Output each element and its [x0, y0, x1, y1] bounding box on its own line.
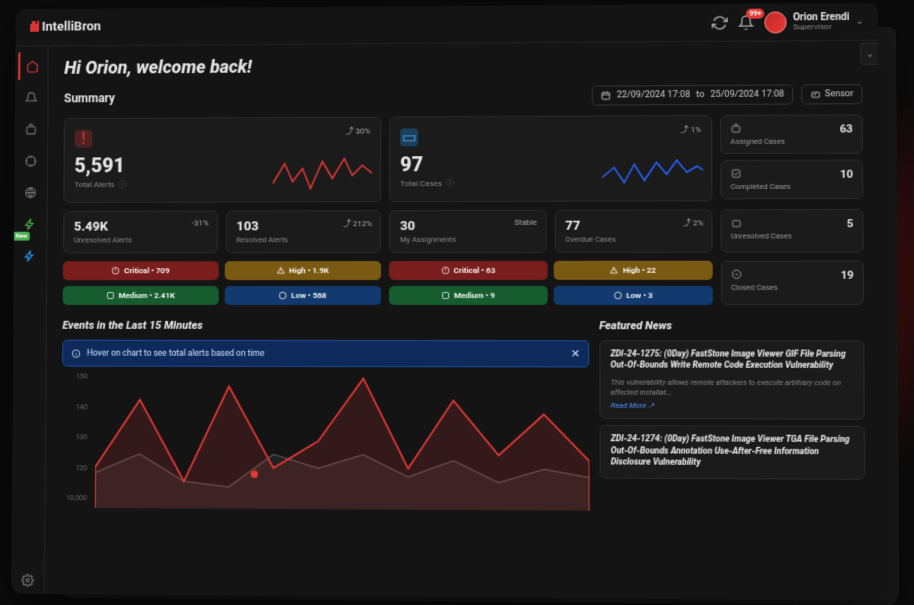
low-icon [613, 291, 622, 300]
high-icon [610, 266, 619, 275]
page-title: Hi Orion, welcome back! [64, 53, 862, 79]
assigned-icon [730, 123, 741, 134]
resolved-alerts-card: 212% 103 Resolved Alerts [225, 210, 381, 253]
alerts-label: Total Alerts [74, 180, 114, 189]
brand-text: IntelliBron [42, 19, 101, 34]
date-to-label: to [696, 90, 704, 100]
sidebar-item-home[interactable] [18, 52, 46, 80]
sensor-button[interactable]: Sensor [801, 84, 862, 104]
medium-icon [441, 291, 450, 300]
unresolved-alerts-card: -31% 5.49K Unresolved Alerts [63, 211, 218, 254]
pill-alerts-low[interactable]: Low • 568 [224, 286, 381, 305]
date-to: 25/09/2024 17:08 [710, 90, 784, 100]
info-icon[interactable]: ⓘ [116, 180, 126, 189]
sidebar-item-new[interactable]: New [17, 210, 45, 238]
critical-icon [111, 266, 120, 275]
unresolved-icon [731, 217, 742, 228]
sidebar-item-cases[interactable] [17, 115, 45, 143]
pill-cases-low[interactable]: Low • 3 [553, 286, 713, 305]
pill-cases-critical[interactable]: Critical • 63 [389, 261, 547, 280]
logo-icon: ıllıl [29, 19, 38, 35]
pill-cases-medium[interactable]: Medium • 9 [389, 286, 547, 305]
sidebar-item-network[interactable] [17, 178, 45, 206]
sensor-icon [811, 89, 821, 99]
completed-icon [731, 168, 742, 179]
alerts-sparkline [273, 153, 373, 193]
user-menu[interactable]: Orion Erendi Supervisor ⌄ [764, 10, 864, 33]
total-alerts-card: ! 30% 5,591 Total Alerts ⓘ [63, 117, 381, 203]
events-chart[interactable]: 150 140 130 120 10,000 [61, 372, 589, 504]
closed-icon [731, 269, 742, 280]
bell-icon[interactable]: 99+ [738, 14, 754, 30]
alert-icon: ! [75, 129, 93, 147]
total-cases-card: ▭ 1% 97 Total Cases ⓘ [389, 115, 712, 202]
pill-cases-high[interactable]: High • 22 [553, 261, 713, 280]
sidebar-item-target[interactable] [17, 147, 45, 175]
cases-label: Total Cases [400, 179, 442, 188]
notif-badge: 99+ [746, 8, 764, 18]
brand-logo: ıllıl IntelliBron [29, 19, 101, 35]
chart-hint: Hover on chart to see total alerts based… [62, 340, 589, 368]
sidebar: New [11, 46, 48, 594]
chevron-down-icon: ⌄ [855, 16, 864, 27]
medium-icon [106, 291, 115, 300]
sidebar-item-alerts[interactable] [17, 84, 45, 112]
avatar [764, 11, 786, 33]
completed-cases-card[interactable]: 10 Completed Cases [720, 160, 863, 200]
events-heading: Events in the Last 15 Minutes [62, 319, 589, 332]
sidebar-item-insight[interactable] [16, 242, 44, 270]
calendar-icon [601, 90, 611, 100]
pill-alerts-medium[interactable]: Medium • 2.41K [63, 286, 219, 305]
top-bar: ıllıl IntelliBron 99+ Orion Erendi Super… [16, 3, 879, 47]
alerts-trend: 30% [346, 126, 371, 137]
expand-panel-button[interactable]: ⌄ [860, 43, 879, 65]
user-role: Supervisor [793, 22, 849, 30]
case-icon: ▭ [400, 128, 418, 146]
pill-alerts-high[interactable]: High • 1.9K [224, 261, 381, 280]
info-icon[interactable]: ⓘ [444, 179, 454, 188]
cases-trend: 1% [680, 124, 701, 135]
overdue-cases-card: 2% 77 Overdue Cases [554, 209, 713, 252]
assigned-cases-card[interactable]: 63 Assigned Cases [720, 114, 863, 154]
critical-icon [441, 266, 450, 275]
pill-alerts-critical[interactable]: Critical • 709 [63, 261, 219, 280]
date-from: 22/09/2024 17:08 [617, 90, 690, 100]
summary-heading: Summary [64, 91, 115, 105]
close-icon[interactable]: ✕ [571, 347, 580, 360]
news-item[interactable]: ZDI-24-1274: (0Day) FastStone Image View… [600, 425, 866, 479]
refresh-icon[interactable] [712, 14, 728, 30]
date-range-picker[interactable]: 22/09/2024 17:08 to 25/09/2024 17:08 [592, 84, 794, 105]
news-item[interactable]: ZDI-24-1275: (0Day) FastStone Image View… [599, 340, 865, 420]
high-icon [276, 266, 285, 275]
news-heading: Featured News [599, 319, 864, 332]
closed-cases-card[interactable]: 19 Closed Cases [721, 261, 864, 306]
my-assignments-card: Stable 30 My Assignments [389, 210, 546, 253]
info-icon [71, 348, 81, 358]
low-icon [278, 291, 287, 300]
sidebar-item-settings[interactable] [14, 566, 42, 594]
read-more-link[interactable]: Read More ↗ [611, 401, 854, 411]
unresolved-cases-card[interactable]: 5 Unresolved Cases [721, 209, 864, 253]
cases-sparkline [602, 152, 703, 192]
